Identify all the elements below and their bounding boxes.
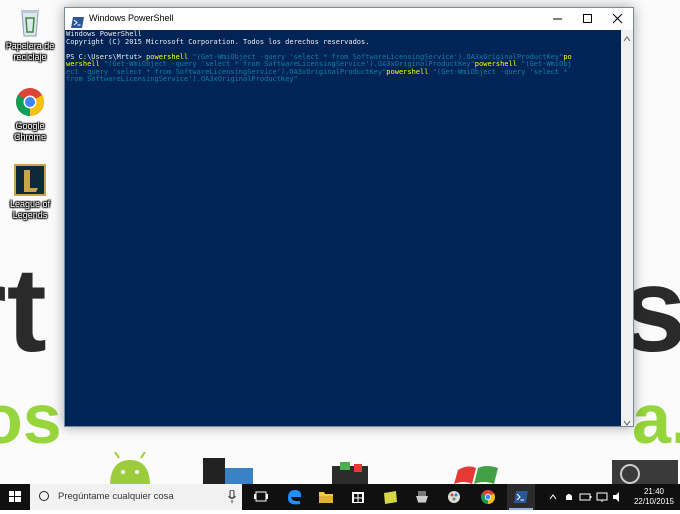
powershell-icon — [514, 491, 528, 503]
chrome-icon — [481, 490, 495, 504]
desktop-icon-league-of-legends[interactable]: League of Legends — [1, 164, 59, 221]
store-taskbar-button[interactable] — [344, 484, 372, 510]
scroll-down-button[interactable] — [621, 414, 633, 426]
maximize-icon — [583, 14, 592, 23]
wallpaper-emblem-icon — [612, 460, 678, 484]
clock-date: 22/10/2015 — [633, 497, 675, 506]
desktop-icon-chrome[interactable]: Google Chrome — [1, 86, 59, 143]
console-copyright-line: Copyright (C) 2015 Microsoft Corporation… — [66, 37, 370, 46]
console-argument: "(Get-WmiObject -query 'select * — [428, 67, 572, 76]
wallpaper-hardware-icon — [332, 462, 368, 484]
minimize-button[interactable] — [543, 8, 573, 30]
microphone-icon[interactable] — [228, 490, 236, 503]
chrome-taskbar-button[interactable] — [474, 484, 502, 510]
powershell-icon — [71, 13, 84, 28]
wallpaper-device-icon — [203, 458, 253, 484]
chevron-up-icon[interactable] — [549, 494, 557, 500]
paint-taskbar-button[interactable] — [440, 484, 468, 510]
league-of-legends-icon — [14, 164, 46, 196]
edge-taskbar-button[interactable] — [280, 484, 308, 510]
chrome-icon — [14, 86, 46, 118]
console-command: powershell — [386, 67, 429, 76]
desktop-icon-label: Google Chrome — [13, 121, 46, 142]
desktop-icon-label: League of Legends — [9, 199, 51, 220]
file-explorer-taskbar-button[interactable] — [312, 484, 340, 510]
windows-logo-icon — [454, 466, 498, 484]
desktop-icon-label: Papelera de reciclaje — [5, 41, 55, 62]
network-icon[interactable] — [596, 492, 608, 502]
edge-icon — [288, 490, 302, 505]
maximize-button[interactable] — [573, 8, 603, 30]
notes-taskbar-button[interactable] — [376, 484, 404, 510]
console-argument: from SoftwareLicensingService').OA3xOrig… — [66, 75, 298, 83]
console-output[interactable]: Windows PowerShell Copyright (C) 2015 Mi… — [65, 30, 621, 426]
start-button[interactable] — [0, 484, 30, 510]
wallpaper-green-graphic-left: os — [0, 380, 62, 458]
search-box[interactable]: Pregúntame cualquier cosa — [30, 484, 242, 510]
vertical-scrollbar[interactable] — [621, 30, 633, 426]
gaming-app-icon — [416, 491, 428, 503]
gaming-taskbar-button[interactable] — [408, 484, 436, 510]
desktop-icon-recycle-bin[interactable]: Papelera de reciclaje — [1, 6, 59, 63]
file-explorer-icon — [319, 492, 333, 503]
scroll-up-button[interactable] — [621, 30, 633, 42]
android-logo-icon — [110, 452, 150, 484]
chevron-up-icon — [623, 36, 631, 42]
notification-bell-icon[interactable] — [566, 494, 572, 500]
close-button[interactable] — [603, 8, 633, 30]
battery-icon[interactable] — [579, 493, 592, 501]
chevron-down-icon — [623, 420, 631, 426]
taskbar: Pregúntame cualquier cosa 21:40 22/10/20… — [0, 484, 680, 510]
powershell-taskbar-button[interactable] — [507, 484, 535, 510]
wallpaper-green-graphic-right: a.e — [632, 380, 680, 458]
window-title: Windows PowerShell — [89, 13, 174, 23]
store-icon — [352, 492, 364, 503]
task-view-button[interactable] — [247, 484, 275, 510]
powershell-window[interactable]: Windows PowerShell Windows PowerShell Co… — [64, 7, 634, 427]
close-icon — [613, 14, 623, 24]
wallpaper-graphic-left: rt — [0, 243, 47, 377]
volume-icon[interactable] — [613, 492, 619, 502]
system-tray — [546, 484, 630, 510]
task-view-icon — [254, 491, 268, 502]
recycle-bin-icon — [14, 6, 46, 38]
minimize-icon — [553, 18, 562, 20]
windows-start-icon — [9, 491, 21, 502]
cortana-icon — [39, 491, 49, 501]
clock-time: 21:40 — [643, 487, 665, 496]
paint-app-icon — [448, 491, 460, 503]
search-placeholder: Pregúntame cualquier cosa — [58, 491, 174, 502]
taskbar-clock[interactable]: 21:40 22/10/2015 — [632, 487, 676, 507]
window-titlebar[interactable]: Windows PowerShell — [65, 8, 633, 30]
notes-app-icon — [384, 491, 397, 504]
